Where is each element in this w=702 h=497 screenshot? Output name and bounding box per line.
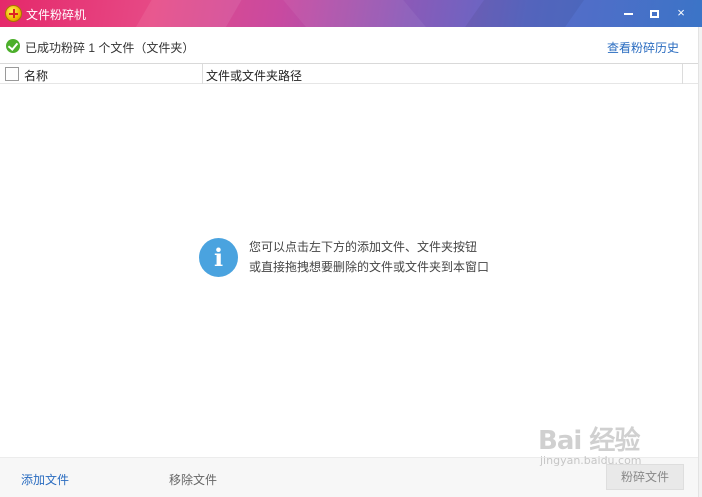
minimize-icon [623,12,633,15]
maximize-button[interactable] [641,0,667,27]
column-header-name[interactable]: 名称 [24,67,48,84]
status-bar: 已成功粉碎 1 个文件（文件夹） 查看粉碎历史 [0,27,702,63]
title-bar-decoration [122,0,248,27]
table-header: 名称 文件或文件夹路径 [0,63,698,84]
column-divider[interactable] [682,64,683,84]
select-all-checkbox[interactable] [5,67,19,81]
column-divider[interactable] [202,64,203,84]
add-file-button[interactable]: 添加文件 [21,471,69,488]
footer-bar: 添加文件 移除文件 粉碎文件 [0,457,698,497]
window-edge [698,27,702,497]
title-bar-decoration [448,0,592,27]
success-check-icon [6,39,20,53]
app-logo-icon [5,5,22,22]
title-bar-decoration [274,0,446,27]
status-message: 已成功粉碎 1 个文件（文件夹） [25,41,195,55]
column-header-path[interactable]: 文件或文件夹路径 [206,67,302,84]
view-shred-history-link[interactable]: 查看粉碎历史 [607,39,679,56]
empty-hint-line-1: 您可以点击左下方的添加文件、文件夹按钮 [249,240,478,254]
empty-hint-line-2: 或直接拖拽想要删除的文件或文件夹到本窗口 [249,260,490,274]
minimize-button[interactable] [615,0,641,27]
remove-file-button[interactable]: 移除文件 [169,471,217,488]
shred-files-button[interactable]: 粉碎文件 [606,464,684,490]
close-button[interactable]: × [668,0,694,27]
maximize-icon [649,9,659,18]
title-bar: 文件粉碎机 × [0,0,702,27]
close-icon: × [677,5,685,20]
window-title: 文件粉碎机 [26,8,87,22]
info-icon: i [199,238,238,277]
